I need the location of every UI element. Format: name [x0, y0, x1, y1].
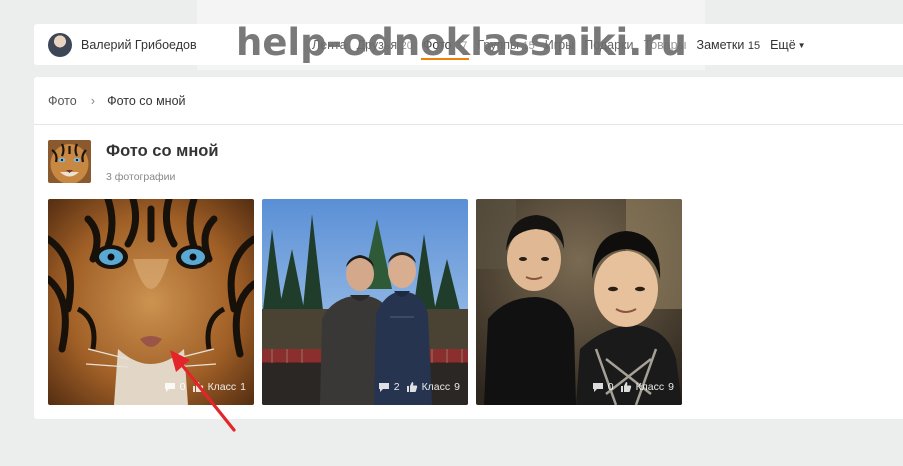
photo-tile-outdoors[interactable]: 2 Класс 9 [262, 199, 468, 405]
thumbs-up-icon [406, 382, 417, 392]
album-photo-count: 3 фотографии [106, 171, 176, 183]
album-cover[interactable] [48, 140, 91, 183]
tiger-photo-image [48, 199, 254, 405]
outdoor-photo-image [262, 199, 468, 405]
user-avatar[interactable] [48, 32, 72, 57]
breadcrumb: Фото › Фото со мной [34, 77, 903, 125]
photo-stats: 2 Класс 9 [378, 377, 460, 397]
watermark: help-odnoklassniki.ru [236, 21, 687, 64]
like-stat[interactable]: Класс 1 [192, 381, 246, 393]
breadcrumb-chevron-icon: › [90, 93, 96, 108]
menu-item-more[interactable]: Ещё ▼ [770, 38, 806, 52]
thumbs-up-icon [620, 382, 631, 392]
photo-grid: 0 Класс 1 2 Класс 9 0 Класс 9 [48, 199, 682, 405]
comment-icon [164, 382, 175, 392]
photo-tile-selfie[interactable]: 0 Класс 9 [476, 199, 682, 405]
chevron-down-icon: ▼ [797, 40, 806, 50]
menu-item-notes[interactable]: Заметки 15 [697, 38, 761, 52]
breadcrumb-root-link[interactable]: Фото [48, 94, 77, 108]
user-name-link[interactable]: Валерий Грибоедов [81, 38, 197, 52]
comments-stat[interactable]: 0 [592, 381, 614, 393]
like-stat[interactable]: Класс 9 [620, 381, 674, 393]
selfie-photo-image [476, 199, 682, 405]
thumbs-up-icon [192, 382, 203, 392]
comments-stat[interactable]: 0 [164, 381, 186, 393]
comment-icon [592, 382, 603, 392]
album-header: Фото со мной 3 фотографии [48, 140, 219, 183]
like-stat[interactable]: Класс 9 [406, 381, 460, 393]
comments-stat[interactable]: 2 [378, 381, 400, 393]
photo-stats: 0 Класс 1 [164, 377, 246, 397]
photo-tile-tiger[interactable]: 0 Класс 1 [48, 199, 254, 405]
album-page: Фото › Фото со мной Фото со мной 3 фотог… [34, 77, 903, 419]
photo-stats: 0 Класс 9 [592, 377, 674, 397]
album-title: Фото со мной [106, 142, 219, 160]
comment-icon [378, 382, 389, 392]
breadcrumb-current: Фото со мной [107, 93, 186, 108]
